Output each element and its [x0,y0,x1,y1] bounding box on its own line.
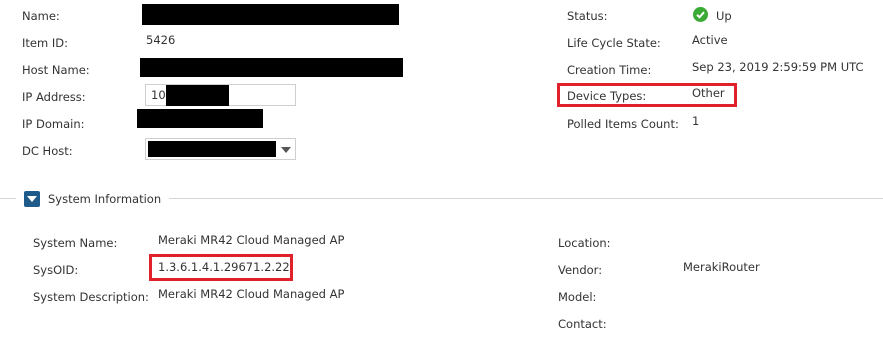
device-types-label: Device Types: [567,89,647,103]
creation-time-value: Sep 23, 2019 2:59:59 PM UTC [692,60,864,74]
polled-items-value: 1 [692,114,700,128]
host-name-value-redacted [140,58,403,77]
ip-address-field[interactable]: 10 [145,84,296,106]
dc-host-select[interactable] [145,138,296,160]
vendor-value: MerakiRouter [683,260,760,274]
ip-address-label: IP Address: [22,90,86,104]
system-info-header[interactable]: System Information [16,189,170,209]
system-name-value: Meraki MR42 Cloud Managed AP [158,233,345,247]
vendor-label: Vendor: [558,263,603,277]
system-name-label: System Name: [33,236,118,250]
section-title: System Information [48,192,162,206]
contact-label: Contact: [558,317,607,331]
life-cycle-value: Active [692,33,728,47]
system-description-value: Meraki MR42 Cloud Managed AP [158,287,345,301]
check-circle-icon [693,7,708,22]
ip-address-redacted [166,85,229,106]
sysoid-value: 1.3.6.1.4.1.29671.2.22 [158,260,290,274]
chevron-down-icon[interactable] [281,147,291,153]
life-cycle-label: Life Cycle State: [567,36,661,50]
device-types-value: Other [692,86,725,100]
sysoid-label: SysOID: [33,263,79,277]
model-label: Model: [558,290,597,304]
name-label: Name: [22,9,60,23]
creation-time-label: Creation Time: [567,63,652,77]
item-id-label: Item ID: [22,36,68,50]
polled-items-label: Polled Items Count: [567,117,679,131]
ip-domain-value-redacted [137,109,263,128]
location-label: Location: [558,236,611,250]
ip-address-value: 10 [151,88,166,102]
status-value: Up [716,9,732,23]
ip-domain-label: IP Domain: [22,117,85,131]
status-label: Status: [567,9,608,23]
system-description-label: System Description: [33,290,149,304]
dc-host-label: DC Host: [22,144,73,158]
item-id-value: 5426 [146,33,176,47]
host-name-label: Host Name: [22,63,90,77]
collapse-icon[interactable] [24,191,40,207]
dc-host-value-redacted [148,141,276,157]
name-value-redacted [142,4,399,25]
